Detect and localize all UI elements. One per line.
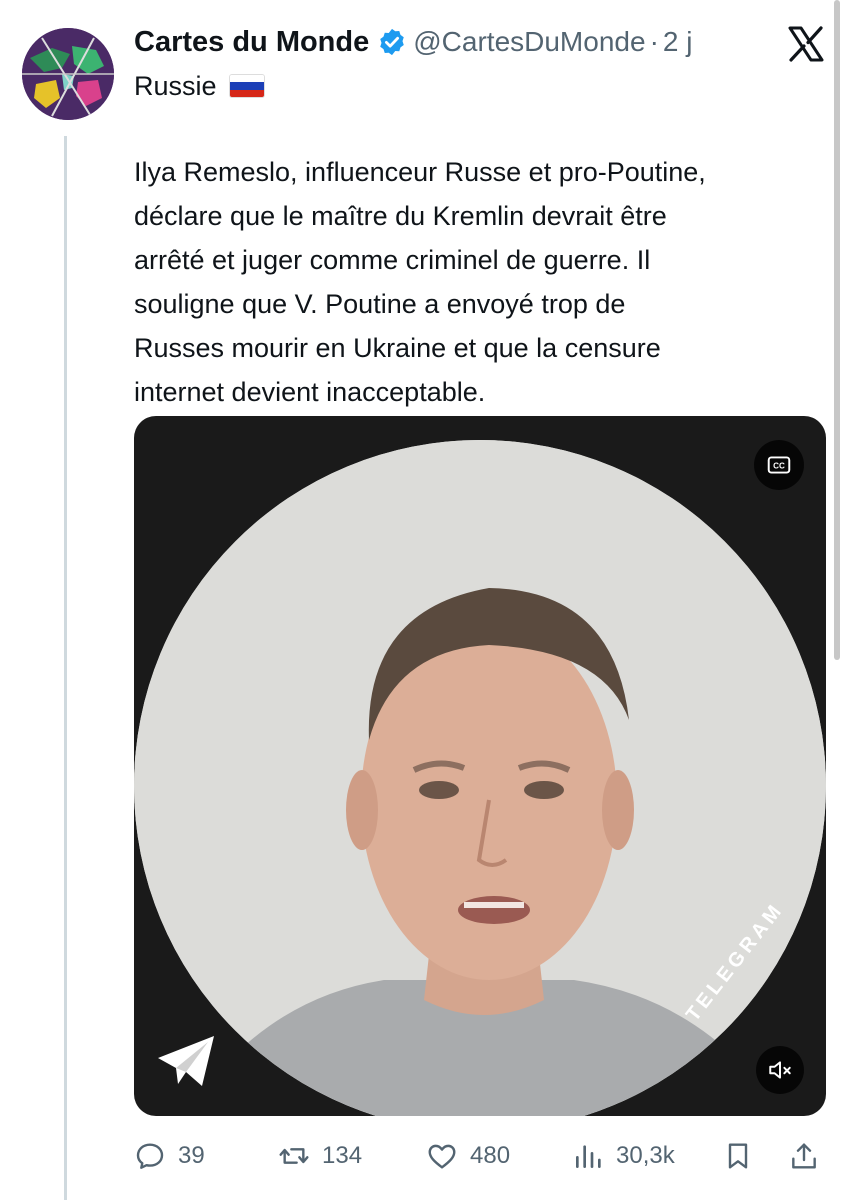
subtitle-text: Russie (134, 70, 217, 101)
closed-captions-icon: CC (767, 456, 791, 474)
repost-button[interactable]: 134 (278, 1134, 362, 1178)
tweet-text-line: souligne que V. Poutine a envoyé trop de (134, 289, 626, 319)
telegram-logo-icon (150, 1024, 222, 1096)
video-frame[interactable] (134, 440, 826, 1116)
heart-icon (428, 1144, 456, 1169)
tweet-body: Ilya Remeslo, influenceur Russe et pro-P… (134, 150, 834, 414)
like-button[interactable]: 480 (426, 1134, 510, 1178)
tweet-header: Cartes du Monde @CartesDuMonde · 2 j (134, 22, 692, 62)
like-count: 480 (470, 1142, 511, 1169)
speaker-muted-icon (769, 1061, 791, 1079)
reply-button[interactable]: 39 (134, 1134, 205, 1178)
tweet-action-bar: 39 134 480 30,3k (134, 1134, 826, 1178)
views-button[interactable]: 30,3k (572, 1134, 675, 1178)
author-display-name[interactable]: Cartes du Monde (134, 26, 369, 59)
svg-text:CC: CC (773, 462, 785, 471)
thread-line (64, 136, 67, 1200)
tweet-text-line: Ilya Remeslo, influenceur Russe et pro-P… (134, 157, 706, 187)
tweet-time[interactable]: 2 j (663, 26, 693, 58)
bookmark-icon (728, 1143, 748, 1169)
views-count: 30,3k (616, 1142, 675, 1169)
mute-button[interactable] (756, 1046, 804, 1094)
person-video-still (134, 440, 826, 1116)
world-map-avatar-icon (22, 28, 114, 120)
bookmark-button[interactable] (722, 1134, 754, 1178)
tweet-text-line: Russes mourir en Ukraine et que la censu… (134, 333, 661, 363)
x-logo-icon (786, 24, 826, 64)
tweet-text-line: internet devient inacceptable. (134, 377, 486, 407)
tweet-text-line: déclare que le maître du Kremlin devrait… (134, 201, 667, 231)
repost-icon (279, 1148, 309, 1164)
reply-icon (136, 1143, 164, 1169)
meta-separator: · (649, 26, 659, 57)
repost-count: 134 (322, 1142, 363, 1169)
reply-count: 39 (178, 1142, 205, 1169)
author-handle[interactable]: @CartesDuMonde (413, 26, 645, 58)
verified-badge-icon (377, 27, 407, 57)
share-icon (792, 1143, 816, 1169)
closed-captions-button[interactable]: CC (754, 440, 804, 490)
tweet-subtitle: Russie (134, 68, 265, 104)
share-button[interactable] (788, 1134, 820, 1178)
views-chart-icon (576, 1145, 601, 1168)
tweet-text-line: arrêté et juger comme criminel de guerre… (134, 245, 651, 275)
russia-flag-icon (228, 74, 265, 98)
video-player[interactable]: CC TELEGRAM (134, 416, 826, 1116)
avatar[interactable] (22, 28, 114, 120)
scrollbar[interactable] (834, 0, 840, 660)
